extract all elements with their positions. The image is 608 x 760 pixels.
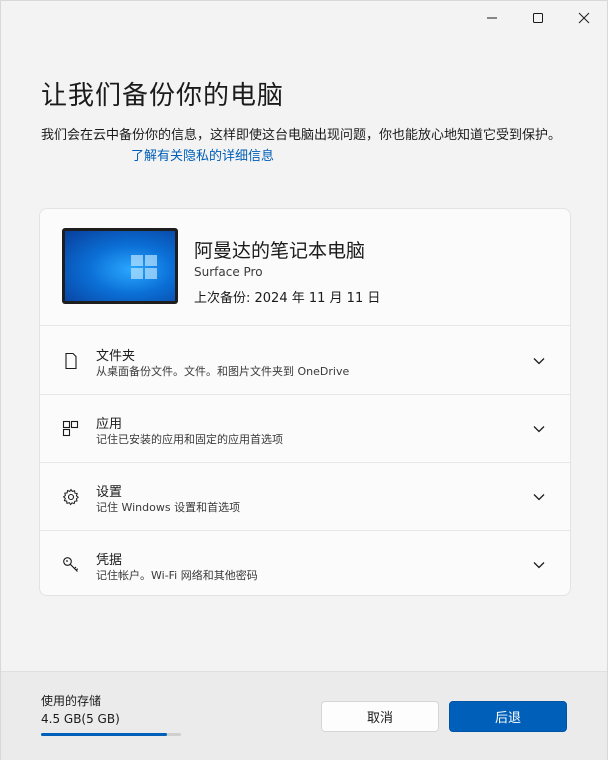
minimize-button[interactable]: [469, 1, 515, 35]
maximize-icon: [533, 13, 543, 23]
row-title: 设置: [96, 485, 123, 500]
cancel-button[interactable]: 取消: [321, 701, 439, 732]
backup-window: 让我们备份你的电脑 我们会在云中备份你的信息，这样即使这台电脑出现问题，你也能放…: [0, 0, 608, 760]
laptop-image: [62, 228, 178, 304]
close-button[interactable]: [561, 1, 607, 35]
row-folders[interactable]: 文件夹 从桌面备份文件。文件。和图片文件夹到 OneDrive: [40, 326, 570, 395]
storage-progress-bar: [41, 733, 181, 736]
chevron-down-icon: [533, 426, 545, 433]
last-backup-date: 上次备份: 2024 年 11 月 11 日: [194, 291, 381, 306]
row-subtitle: 记住 Windows 设置和首选项: [96, 501, 241, 514]
row-credentials[interactable]: 凭据 记住帐户。Wi-Fi 网络和其他密码: [40, 530, 570, 595]
key-icon: [63, 557, 79, 572]
title-bar: [1, 1, 607, 35]
row-subtitle: 记住已安装的应用和固定的应用首选项: [96, 433, 283, 446]
storage-progress-fill: [41, 733, 167, 736]
chevron-down-icon: [533, 562, 545, 569]
backup-card: 阿曼达的笔记本电脑 Surface Pro 上次备份: 2024 年 11 月 …: [39, 208, 571, 596]
minimize-icon: [487, 17, 497, 19]
page-title: 让我们备份你的电脑: [41, 81, 285, 111]
device-name: 阿曼达的笔记本电脑: [194, 240, 366, 262]
row-subtitle: 从桌面备份文件。文件。和图片文件夹到 OneDrive: [96, 365, 350, 378]
maximize-button[interactable]: [515, 1, 561, 35]
footer: 使用的存储 4.5 GB(5 GB) 取消 后退: [1, 671, 607, 760]
file-icon: [65, 352, 77, 370]
row-subtitle: 记住帐户。Wi-Fi 网络和其他密码: [96, 569, 258, 582]
description-text: 我们会在云中备份你的信息，这样即使这台电脑出现问题，你也能放心地知道它受到保护。: [41, 128, 562, 143]
page-description: 我们会在云中备份你的信息，这样即使这台电脑出现问题，你也能放心地知道它受到保护。…: [41, 125, 571, 167]
apps-icon: [62, 420, 79, 437]
laptop-screen: [65, 231, 175, 301]
back-button[interactable]: 后退: [449, 701, 567, 732]
row-title: 文件夹: [96, 349, 136, 364]
privacy-link[interactable]: 了解有关隐私的详细信息: [131, 149, 274, 164]
device-info: 阿曼达的笔记本电脑 Surface Pro 上次备份: 2024 年 11 月 …: [40, 209, 570, 326]
windows-logo-icon: [131, 255, 157, 279]
device-model: Surface Pro: [194, 265, 263, 279]
row-settings[interactable]: 设置 记住 Windows 设置和首选项: [40, 462, 570, 531]
chevron-down-icon: [533, 494, 545, 501]
storage-label: 使用的存储: [41, 694, 102, 708]
row-title: 凭据: [96, 553, 123, 568]
gear-icon: [62, 488, 79, 506]
storage-value: 4.5 GB(5 GB): [41, 712, 120, 726]
chevron-down-icon: [533, 358, 545, 365]
row-title: 应用: [96, 417, 123, 432]
close-icon: [578, 12, 590, 24]
row-apps[interactable]: 应用 记住已安装的应用和固定的应用首选项: [40, 394, 570, 463]
